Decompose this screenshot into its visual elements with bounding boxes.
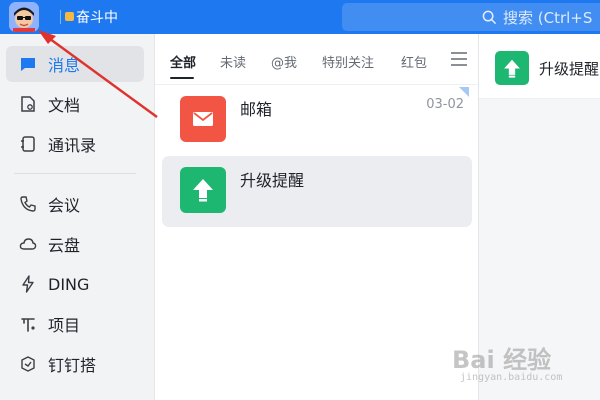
message-icon (19, 55, 37, 73)
tab-unread[interactable]: 未读 (220, 52, 246, 71)
project-icon (19, 315, 37, 333)
conversation-time: 03-02 (426, 97, 464, 112)
sidebar-item-label: 消息 (48, 56, 81, 75)
sidebar-item-label: DING (48, 274, 90, 294)
sidebar: 消息 文档 通讯录 会议 云盘 DING 项目 钉钉搭 (0, 34, 155, 400)
sidebar-item-documents[interactable]: 文档 (6, 86, 144, 122)
upgrade-arrow-icon (180, 167, 226, 213)
sidebar-item-label: 文档 (48, 96, 81, 115)
menu-icon[interactable] (451, 51, 467, 70)
tab-red-packet[interactable]: 红包 (401, 52, 427, 71)
mail-icon (180, 96, 226, 142)
upgrade-arrow-icon (495, 51, 529, 85)
search-placeholder: 搜索 (Ctrl+S (503, 8, 593, 27)
sidebar-item-project[interactable]: 项目 (6, 306, 144, 342)
conversation-title: 邮箱 (240, 100, 273, 119)
builder-icon (19, 355, 37, 373)
sidebar-item-label: 通讯录 (48, 136, 97, 155)
sidebar-item-builder[interactable]: 钉钉搭 (6, 346, 144, 382)
chat-title: 升级提醒 (539, 60, 600, 78)
search-icon (482, 10, 497, 24)
conversation-item-mailbox[interactable]: 邮箱 03-02 (162, 85, 472, 156)
tab-special-follow[interactable]: 特别关注 (322, 52, 374, 71)
sidebar-item-label: 钉钉搭 (48, 356, 97, 375)
avatar-icon (9, 2, 39, 32)
conversation-title: 升级提醒 (240, 171, 305, 190)
tab-mentions[interactable]: @我 (271, 52, 297, 71)
top-bar: 奋斗中 搜索 (Ctrl+S (0, 0, 600, 34)
sidebar-item-label: 会议 (48, 196, 81, 215)
status-indicator[interactable]: 奋斗中 (60, 7, 118, 27)
watermark-url: jingyan.baidu.com (460, 372, 563, 383)
watermark-text: Bai 经验 (452, 346, 552, 374)
sidebar-item-ding[interactable]: DING (6, 266, 144, 302)
document-icon (19, 95, 37, 113)
conversation-item-upgrade[interactable]: 升级提醒 (162, 156, 472, 227)
sidebar-item-meeting[interactable]: 会议 (6, 186, 144, 222)
contacts-icon (19, 135, 37, 153)
chat-header: 升级提醒 (479, 34, 600, 99)
cloud-icon (19, 235, 37, 253)
active-tab-indicator (170, 77, 194, 79)
sidebar-item-label: 云盘 (48, 236, 81, 255)
phone-icon (19, 195, 37, 213)
tab-all[interactable]: 全部 (170, 52, 196, 71)
sidebar-item-messages[interactable]: 消息 (6, 46, 144, 82)
conversation-list-panel: 全部 未读 @我 特别关注 红包 邮箱 03-02 升级提醒 (155, 34, 478, 400)
status-text: 奋斗中 (76, 10, 118, 26)
sidebar-divider (14, 173, 136, 174)
status-divider (60, 10, 61, 24)
sidebar-item-cloud[interactable]: 云盘 (6, 226, 144, 262)
pinned-corner-marker (459, 87, 469, 97)
filter-tabs: 全部 未读 @我 特别关注 红包 (155, 34, 478, 85)
sidebar-item-contacts[interactable]: 通讯录 (6, 126, 144, 162)
status-emoji-icon (65, 11, 74, 21)
lightning-icon (19, 275, 37, 293)
search-input[interactable]: 搜索 (Ctrl+S (342, 3, 600, 31)
user-avatar[interactable] (9, 2, 39, 32)
watermark: Bai 经验 jingyan.baidu.com (452, 340, 592, 390)
sidebar-item-label: 项目 (48, 316, 81, 335)
